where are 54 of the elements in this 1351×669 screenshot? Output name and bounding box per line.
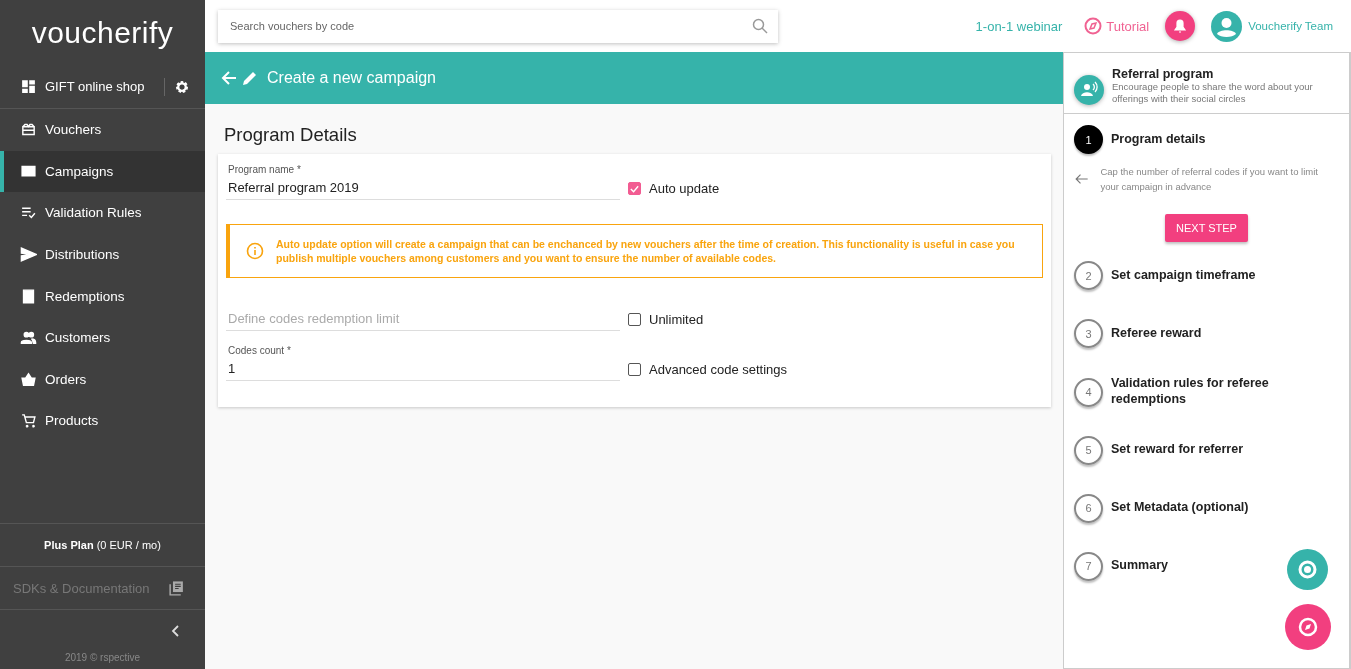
- referral-icon: [1074, 75, 1104, 105]
- field-label: Program name *: [227, 164, 302, 175]
- search-field[interactable]: Search vouchers by code: [218, 9, 778, 43]
- step-item[interactable]: 6 Set Metadata (optional): [1064, 482, 1349, 534]
- sidebar-item[interactable]: Validation Rules: [0, 192, 205, 234]
- step-item[interactable]: 4 Validation rules for referee redemptions: [1064, 366, 1349, 418]
- advanced-settings-checkbox[interactable]: Advanced code settings: [628, 362, 788, 382]
- lifebuoy-icon[interactable]: [1287, 549, 1328, 590]
- library-icon: [168, 579, 185, 597]
- sidebar-item[interactable]: Orders: [0, 358, 205, 401]
- sidebar-item[interactable]: Campaigns: [0, 150, 205, 193]
- sidebar-item[interactable]: Distributions: [0, 233, 205, 276]
- back-arrow-icon[interactable]: [221, 70, 237, 86]
- menu-item-icon: [20, 412, 37, 430]
- sidebar-item[interactable]: Products: [0, 400, 205, 442]
- plan-info: Plus Plan (0 EUR / mo): [44, 539, 161, 551]
- dashboard-icon: [20, 78, 37, 95]
- step-item[interactable]: 5 Set reward for referrer: [1064, 424, 1349, 476]
- step-hint: Cap the number of referral codes if you want to limit your campaign in advance: [1100, 165, 1319, 195]
- project-name[interactable]: GIFT online shop: [45, 79, 156, 94]
- field-label: Codes count *: [227, 345, 292, 357]
- step-item[interactable]: 3 Referee reward: [1064, 308, 1349, 360]
- search-icon: [752, 17, 768, 34]
- section-title: Program Details: [224, 124, 358, 146]
- step-item[interactable]: 1 Program details: [1064, 114, 1349, 165]
- info-icon: [246, 242, 264, 261]
- sidebar-item[interactable]: Customers: [0, 316, 205, 359]
- menu-item-icon: [20, 329, 37, 347]
- sidebar-item[interactable]: Vouchers: [0, 109, 205, 151]
- alert-text: Auto update option will create a campaign that can be enchanced by new vouchers after the time of creation. This functionality is useful in case you publish multiple vouchers among customers and you want to ensure the number of available codes.: [276, 237, 1016, 266]
- menu-item-icon: [20, 287, 37, 305]
- sidebar-item[interactable]: Redemptions: [0, 275, 205, 317]
- collapse-icon[interactable]: [171, 624, 181, 638]
- settings-icon[interactable]: [164, 77, 191, 96]
- menu-item-icon: [20, 246, 37, 264]
- step-item[interactable]: 7 Summary: [1064, 540, 1349, 592]
- logo-text: voucherify: [30, 14, 175, 51]
- compass-icon[interactable]: [1285, 604, 1331, 650]
- menu-item-icon: [20, 370, 37, 388]
- pencil-icon: [242, 70, 258, 86]
- program-name-field[interactable]: Referral program 2019: [226, 175, 620, 200]
- notification-bell-icon[interactable]: [1165, 11, 1196, 41]
- redemption-limit-field[interactable]: Define codes redemption limit: [226, 306, 620, 332]
- next-step-button[interactable]: NEXT STEP: [1165, 214, 1248, 243]
- page-title: Create a new campaign: [267, 69, 436, 87]
- panel-description: Encourage people to share the word about your offerings with their social circles: [1112, 81, 1314, 105]
- auto-update-checkbox[interactable]: Auto update: [628, 181, 720, 200]
- panel-title: Referral program: [1112, 67, 1215, 81]
- codes-count-field[interactable]: 1: [226, 356, 620, 382]
- step-item[interactable]: 2 Set campaign timeframe: [1064, 250, 1349, 302]
- user-avatar-icon[interactable]: [1211, 10, 1243, 42]
- compass-icon: [1084, 17, 1103, 35]
- unlimited-checkbox[interactable]: Unlimited: [628, 312, 704, 332]
- copyright-text: 2019 © rspective: [63, 652, 142, 665]
